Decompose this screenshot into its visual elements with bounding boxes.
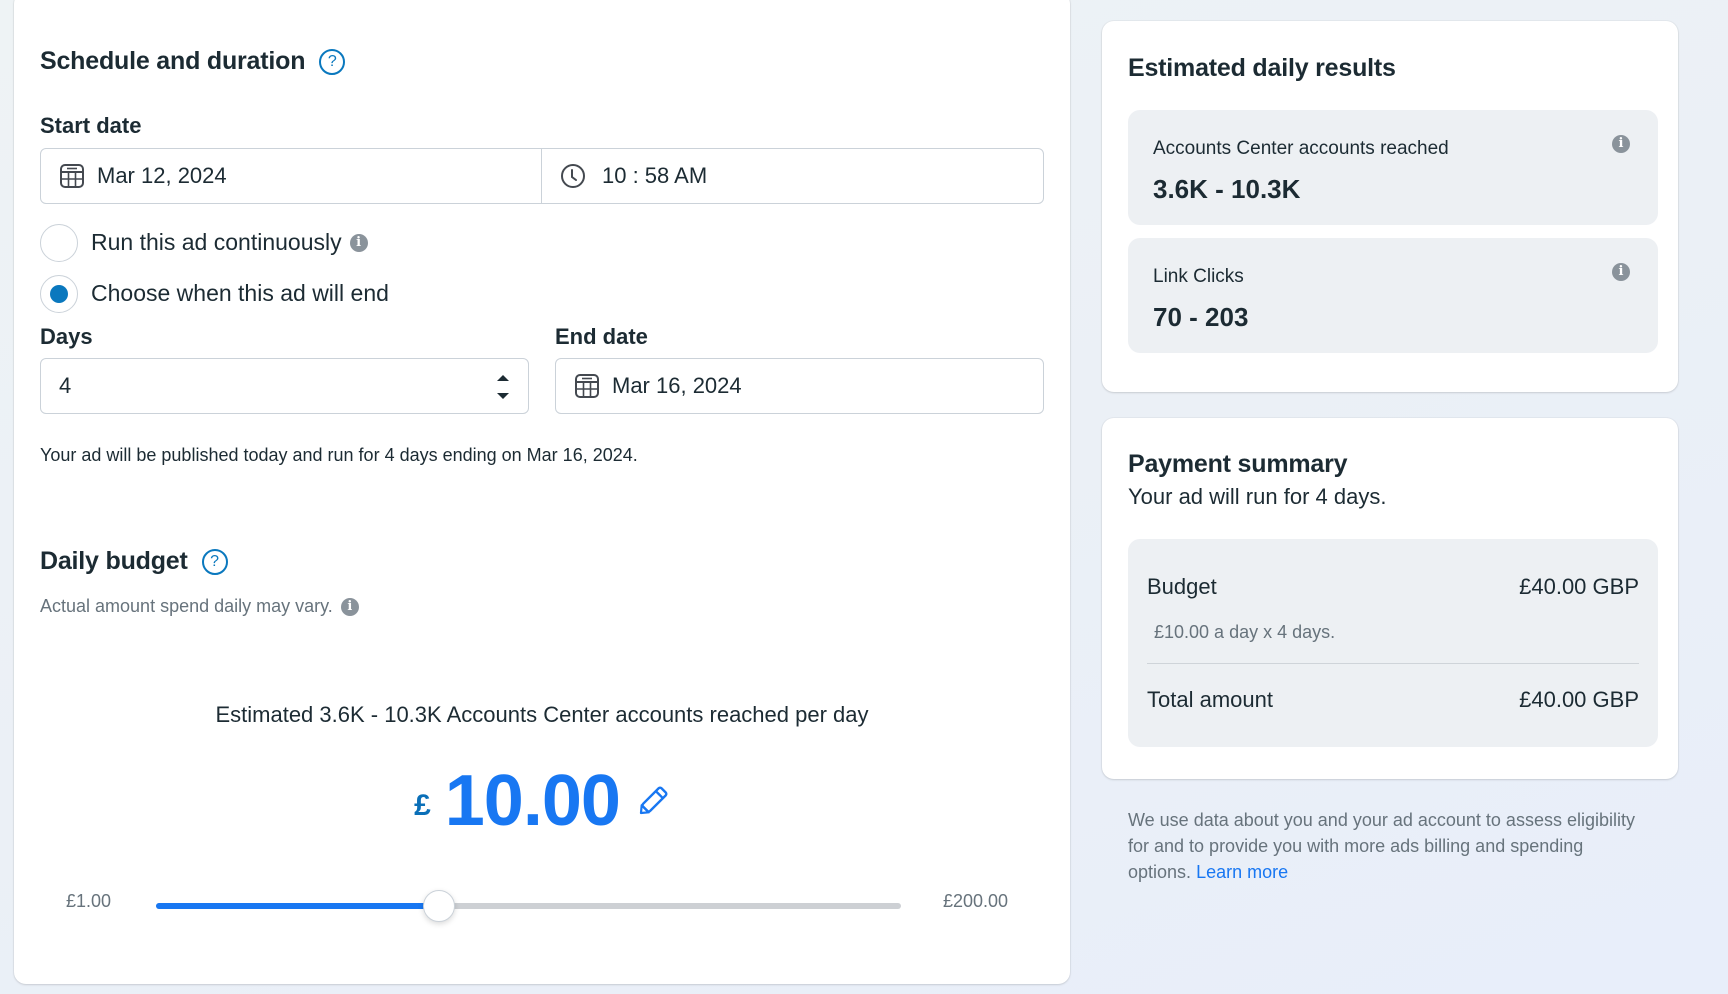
metric-tile-link-clicks: Link Clicks 70 - 203 i	[1128, 238, 1658, 353]
payment-breakdown: Budget £40.00 GBP £10.00 a day x 4 days.…	[1128, 539, 1658, 747]
currency-symbol: £	[414, 789, 431, 822]
calendar-icon	[59, 163, 85, 189]
help-icon[interactable]: ?	[201, 548, 228, 575]
payment-summary-title: Payment summary	[1128, 450, 1348, 478]
run-continuously-label: Run this ad continuously	[91, 229, 342, 255]
days-label: Days	[40, 324, 93, 349]
days-stepper[interactable]: 4	[40, 358, 529, 414]
billing-disclaimer: We use data about you and your ad accoun…	[1128, 807, 1648, 885]
budget-amount[interactable]: 10.00	[445, 760, 621, 842]
info-icon[interactable]: i	[340, 597, 359, 616]
schedule-section-header: Schedule and duration ?	[40, 47, 346, 76]
start-date-label: Start date	[40, 113, 142, 138]
reach-estimate-text: Estimated 3.6K - 10.3K Accounts Center a…	[215, 702, 869, 727]
schedule-summary-text: Your ad will be published today and run …	[40, 445, 638, 465]
start-date-input[interactable]: Mar 12, 2024	[40, 148, 542, 204]
slider-fill	[156, 903, 440, 909]
run-continuously-radio[interactable]	[40, 224, 78, 262]
payment-summary-card: Payment summary Your ad will run for 4 d…	[1102, 418, 1678, 779]
metric-value: 70 - 203	[1153, 302, 1249, 332]
end-date-label: End date	[555, 324, 648, 349]
end-date-value: Mar 16, 2024	[612, 373, 742, 398]
budget-section-header: Daily budget ?	[40, 547, 228, 576]
payment-summary-subtitle: Your ad will run for 4 days.	[1128, 484, 1387, 509]
info-icon[interactable]: i	[1612, 135, 1630, 153]
start-time-input[interactable]: 10 : 58 AM	[541, 148, 1044, 204]
total-row-label: Total amount	[1147, 687, 1273, 712]
days-value: 4	[59, 373, 72, 398]
choose-end-label[interactable]: Choose when this ad will end	[91, 280, 389, 307]
budget-title: Daily budget	[40, 547, 188, 575]
total-row-value: £40.00 GBP	[1519, 687, 1639, 712]
schedule-title: Schedule and duration	[40, 47, 306, 75]
end-date-input[interactable]: Mar 16, 2024	[555, 358, 1044, 414]
metric-label: Accounts Center accounts reached	[1153, 138, 1449, 159]
budget-row-label: Budget	[1147, 574, 1217, 599]
choose-end-radio[interactable]	[40, 275, 78, 313]
budget-slider[interactable]	[156, 890, 901, 922]
slider-max-label: £200.00	[943, 891, 1009, 911]
info-icon[interactable]: i	[349, 233, 368, 252]
start-date-value: Mar 12, 2024	[97, 163, 227, 188]
slider-min-label: £1.00	[66, 891, 112, 911]
info-icon[interactable]: i	[1612, 263, 1630, 281]
divider	[1147, 663, 1639, 664]
estimated-results-title: Estimated daily results	[1128, 54, 1396, 82]
metric-value: 3.6K - 10.3K	[1153, 174, 1301, 204]
clock-icon	[560, 163, 586, 189]
help-icon[interactable]: ?	[319, 48, 346, 75]
start-time-value: 10 : 58 AM	[602, 163, 708, 188]
budget-subtitle-row: Actual amount spend daily may vary. i	[40, 596, 359, 617]
budget-row-detail: £10.00 a day x 4 days.	[1154, 622, 1336, 642]
budget-subtitle: Actual amount spend daily may vary.	[40, 596, 333, 616]
budget-amount-display: £ 10.00	[40, 760, 1044, 842]
run-continuously-option[interactable]: Run this ad continuously i	[91, 229, 368, 256]
learn-more-link[interactable]: Learn more	[1196, 862, 1288, 882]
metric-label: Link Clicks	[1153, 266, 1244, 287]
stepper-arrows-icon[interactable]	[496, 372, 510, 408]
calendar-icon	[574, 373, 600, 399]
metric-tile-reach: Accounts Center accounts reached 3.6K - …	[1128, 110, 1658, 225]
budget-row-value: £40.00 GBP	[1519, 574, 1639, 599]
slider-thumb[interactable]	[423, 890, 456, 922]
estimated-results-card: Estimated daily results Accounts Center …	[1102, 21, 1678, 392]
edit-pencil-icon[interactable]	[636, 784, 670, 823]
